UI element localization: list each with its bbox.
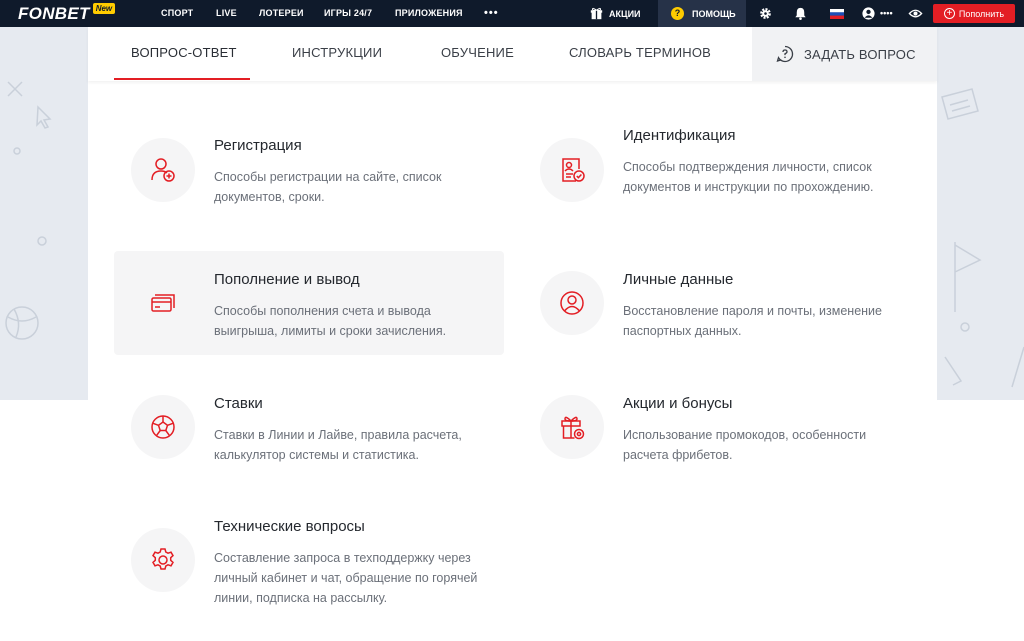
category-description: Восстановление пароля и почты, изменение… — [623, 304, 882, 338]
category-icon-bg — [131, 271, 195, 335]
category-deposit-withdrawal[interactable]: Пополнение и вывод Способы пополнения сч… — [114, 251, 504, 355]
help-tabs: ВОПРОС-ОТВЕТ ИНСТРУКЦИИ ОБУЧЕНИЕ СЛОВАРЬ… — [88, 27, 937, 81]
category-personal-data[interactable]: Личные данные Восстановление пароля и по… — [523, 251, 913, 355]
category-registration[interactable]: Регистрация Способы регистрации на сайте… — [114, 121, 504, 225]
gift-icon — [561, 416, 585, 440]
gift-icon — [590, 7, 603, 20]
nav-apps[interactable]: ПРИЛОЖЕНИЯ — [395, 0, 463, 27]
new-badge: New — [92, 2, 116, 14]
deposit-label: Пополнить — [958, 8, 1005, 19]
category-title: Идентификация — [623, 127, 736, 144]
settings-gear-icon[interactable] — [758, 6, 773, 21]
category-icon-bg — [540, 138, 604, 202]
ask-question-label: ЗАДАТЬ ВОПРОС — [804, 46, 916, 62]
category-promotions-bonuses[interactable]: Акции и бонусы Использование промокодов,… — [523, 375, 913, 479]
cards-icon — [151, 294, 175, 312]
id-check-icon — [562, 158, 585, 182]
category-title: Пополнение и вывод — [214, 271, 360, 288]
deposit-button[interactable]: + Пополнить — [933, 4, 1015, 23]
help-button[interactable]: ? ПОМОЩЬ — [658, 0, 746, 27]
category-icon-bg — [131, 395, 195, 459]
question-bubble-icon — [776, 45, 794, 63]
nav-games[interactable]: ИГРЫ 24/7 — [324, 0, 372, 27]
user-plus-icon — [151, 158, 175, 182]
category-title: Ставки — [214, 395, 263, 412]
russian-flag-icon[interactable] — [830, 9, 844, 19]
category-description: Использование промокодов, особенности ра… — [623, 428, 867, 462]
category-title: Регистрация — [214, 137, 302, 154]
category-icon-bg — [131, 528, 195, 592]
more-menu-button[interactable]: ••• — [484, 0, 499, 27]
category-icon-bg — [540, 395, 604, 459]
account-icon[interactable] — [861, 6, 876, 21]
bell-icon[interactable] — [793, 6, 808, 21]
tab-instructions[interactable]: ИНСТРУКЦИИ — [292, 27, 382, 81]
category-title: Личные данные — [623, 271, 734, 288]
tab-faq[interactable]: ВОПРОС-ОТВЕТ — [131, 27, 237, 81]
category-technical[interactable]: Технические вопросы Составление запроса … — [114, 499, 504, 605]
help-label: ПОМОЩЬ — [692, 8, 736, 19]
promotions-button[interactable]: АКЦИИ — [590, 0, 641, 27]
tab-training[interactable]: ОБУЧЕНИЕ — [441, 27, 514, 81]
category-description: Способы регистрации на сайте, список док… — [214, 170, 442, 204]
active-tab-underline — [114, 78, 250, 80]
category-title: Технические вопросы — [214, 518, 365, 535]
nav-sport[interactable]: СПОРТ — [161, 0, 193, 27]
question-icon: ? — [671, 7, 684, 20]
nav-live[interactable]: LIVE — [216, 0, 237, 27]
category-description: Способы подтверждения личности, список д… — [623, 160, 874, 194]
plus-icon: + — [943, 8, 955, 19]
logo-text: FONBET — [18, 4, 90, 23]
help-card: ВОПРОС-ОТВЕТ ИНСТРУКЦИИ ОБУЧЕНИЕ СЛОВАРЬ… — [88, 27, 937, 641]
category-icon-bg — [540, 271, 604, 335]
category-description: Способы пополнения счета и вывода выигры… — [214, 304, 447, 338]
promotions-label: АКЦИИ — [609, 8, 641, 19]
category-icon-bg — [131, 138, 195, 202]
user-circle-icon — [560, 291, 584, 315]
top-navigation-bar: FONBET New СПОРТ LIVE ЛОТЕРЕИ ИГРЫ 24/7 … — [0, 0, 1024, 27]
category-identification[interactable]: Идентификация Способы подтверждения личн… — [523, 121, 913, 225]
balance-masked: •••• — [880, 8, 893, 18]
tab-glossary[interactable]: СЛОВАРЬ ТЕРМИНОВ — [569, 27, 711, 81]
category-description: Ставки в Линии и Лайве, правила расчета,… — [214, 428, 462, 462]
nav-lotteries[interactable]: ЛОТЕРЕИ — [259, 0, 304, 27]
gear-icon — [152, 548, 174, 570]
category-description: Составление запроса в техподдержку через… — [214, 551, 478, 605]
eye-icon[interactable] — [908, 6, 923, 21]
soccer-ball-icon — [151, 415, 175, 439]
ask-question-button[interactable]: ЗАДАТЬ ВОПРОС — [752, 27, 937, 81]
fonbet-logo[interactable]: FONBET New — [18, 2, 116, 25]
category-title: Акции и бонусы — [623, 395, 733, 412]
category-bets[interactable]: Ставки Ставки в Линии и Лайве, правила р… — [114, 375, 504, 479]
